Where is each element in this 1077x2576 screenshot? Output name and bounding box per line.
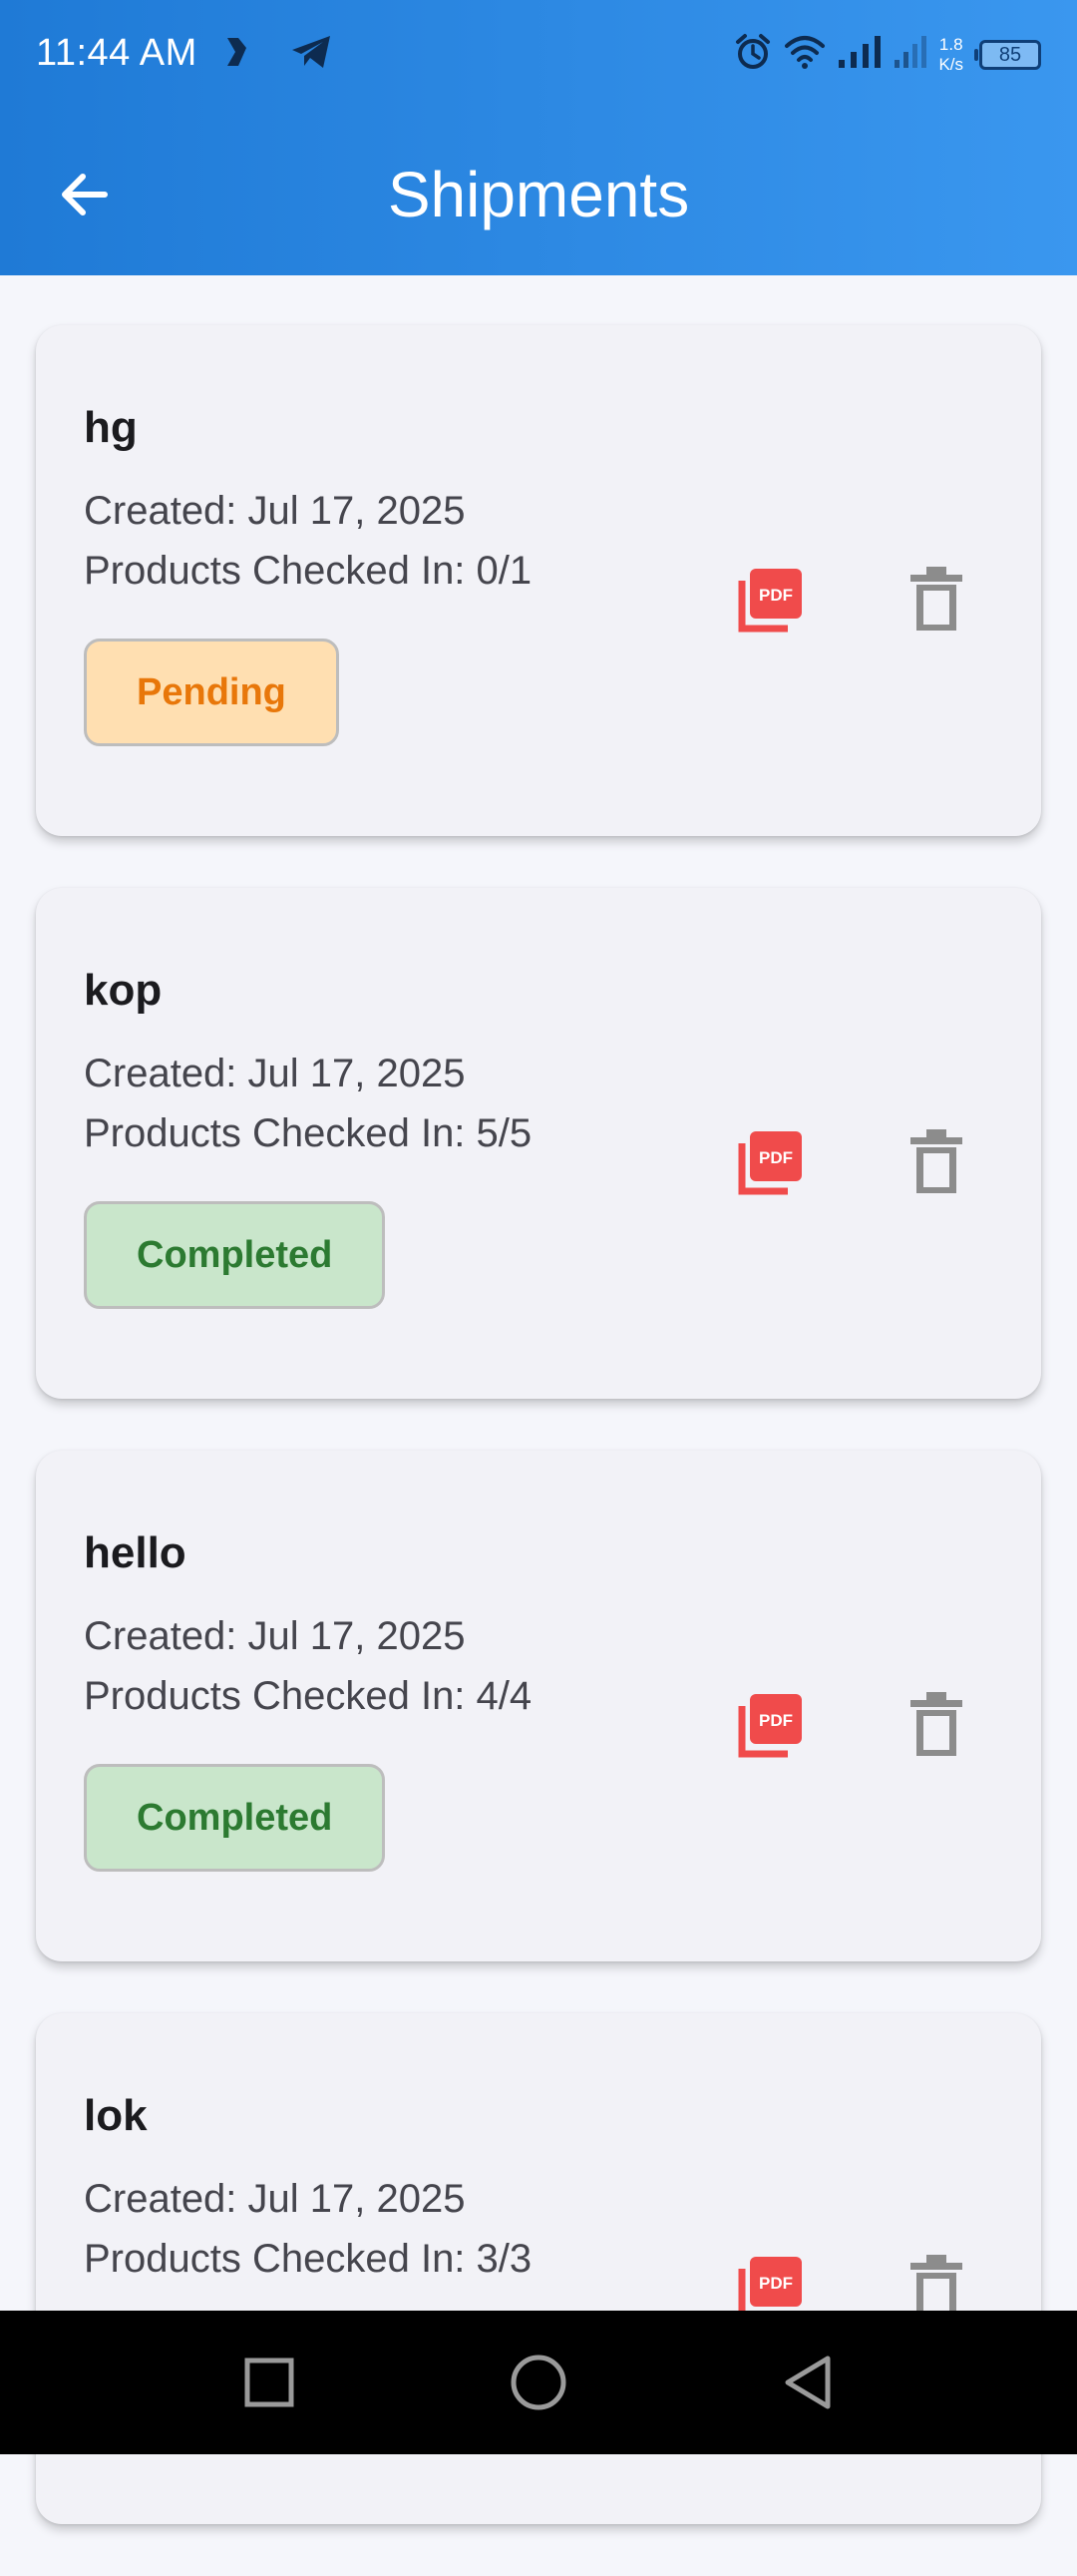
- app-notification-icon: [224, 36, 250, 73]
- shipment-created-date: Created: Jul 17, 2025: [84, 489, 466, 533]
- svg-text:PDF: PDF: [759, 1711, 793, 1730]
- alarm-icon: [733, 32, 773, 77]
- network-speed: 1.8 K/s: [938, 34, 963, 74]
- shipment-card[interactable]: hello Created: Jul 17, 2025 Products Che…: [36, 1451, 1041, 1961]
- recents-button[interactable]: [233, 2347, 305, 2418]
- shipment-products-checked-in: Products Checked In: 5/5: [84, 1111, 533, 1155]
- shipment-created-date: Created: Jul 17, 2025: [84, 1052, 466, 1095]
- battery-indicator: 85: [974, 39, 1041, 70]
- cell-signal-2-icon: [893, 34, 928, 75]
- trash-icon: [910, 1129, 962, 1193]
- status-left-icons: [224, 34, 332, 75]
- delete-button[interactable]: [882, 1107, 991, 1217]
- export-pdf-button[interactable]: PDF: [714, 1670, 824, 1780]
- shipment-created-date: Created: Jul 17, 2025: [84, 2177, 466, 2221]
- circle-icon: [511, 2355, 566, 2410]
- shipment-products-checked-in: Products Checked In: 4/4: [84, 1674, 533, 1718]
- app-bar: 11:44 AM 1.8 K/s 85 Shipments: [0, 0, 1077, 275]
- svg-text:PDF: PDF: [759, 586, 793, 605]
- pdf-icon: PDF: [738, 1694, 802, 1758]
- svg-text:PDF: PDF: [759, 1148, 793, 1167]
- status-time: 11:44 AM: [36, 32, 197, 74]
- system-navigation-bar: [0, 2311, 1077, 2454]
- back-nav-button[interactable]: [772, 2347, 844, 2418]
- page-title: Shipments: [387, 159, 690, 230]
- delete-button[interactable]: [882, 1670, 991, 1780]
- toolbar: Shipments: [0, 110, 1077, 275]
- trash-icon: [910, 1692, 962, 1756]
- cell-signal-icon: [837, 34, 883, 75]
- shipment-card[interactable]: kop Created: Jul 17, 2025 Products Check…: [36, 888, 1041, 1399]
- home-button[interactable]: [503, 2347, 574, 2418]
- shipment-name: hg: [84, 403, 138, 452]
- status-badge: Completed: [84, 1764, 386, 1872]
- shipment-card[interactable]: hg Created: Jul 17, 2025 Products Checke…: [36, 325, 1041, 836]
- svg-text:PDF: PDF: [759, 2274, 793, 2293]
- shipment-name: lok: [84, 2091, 148, 2140]
- delete-button[interactable]: [882, 545, 991, 654]
- status-right-icons: 1.8 K/s 85: [733, 32, 1041, 77]
- shipment-name: kop: [84, 966, 163, 1015]
- status-badge: Completed: [84, 1201, 386, 1309]
- pdf-icon: PDF: [738, 1131, 802, 1195]
- pdf-icon: PDF: [738, 569, 802, 633]
- trash-icon: [910, 567, 962, 631]
- wifi-icon: [783, 34, 827, 75]
- shipment-created-date: Created: Jul 17, 2025: [84, 1614, 466, 1658]
- shipment-list: hg Created: Jul 17, 2025 Products Checke…: [36, 325, 1041, 2576]
- shipment-name: hello: [84, 1528, 186, 1577]
- export-pdf-button[interactable]: PDF: [714, 1107, 824, 1217]
- shipment-products-checked-in: Products Checked In: 3/3: [84, 2237, 533, 2281]
- square-icon: [244, 2358, 294, 2407]
- export-pdf-button[interactable]: PDF: [714, 545, 824, 654]
- status-badge: Pending: [84, 639, 339, 746]
- triangle-back-icon: [785, 2356, 831, 2409]
- telegram-icon: [290, 34, 332, 75]
- status-bar: 11:44 AM 1.8 K/s 85: [0, 0, 1077, 110]
- shipment-products-checked-in: Products Checked In: 0/1: [84, 549, 533, 593]
